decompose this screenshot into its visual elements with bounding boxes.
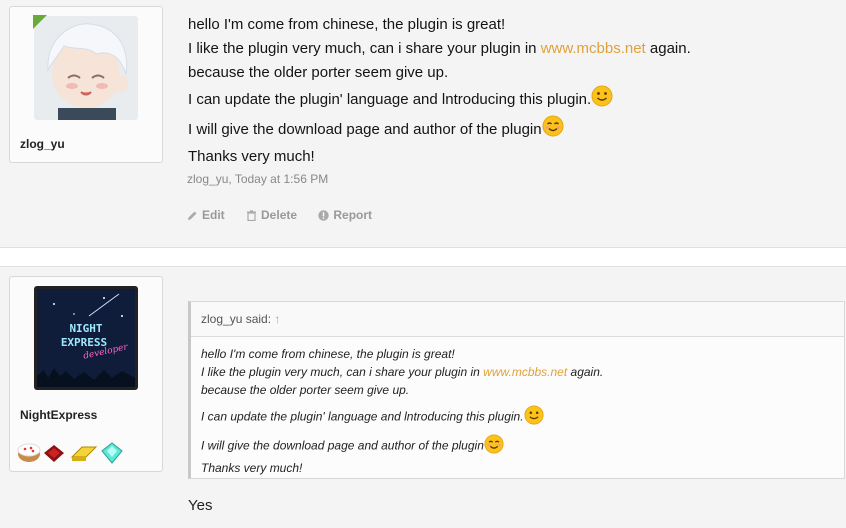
report-button[interactable]: Report — [318, 208, 372, 222]
edit-label: Edit — [202, 208, 225, 222]
avatar[interactable] — [34, 16, 138, 120]
mcbbs-link[interactable]: www.mcbbs.net — [483, 365, 567, 379]
jump-to-quote-icon[interactable]: ↑ — [274, 312, 280, 326]
edit-button[interactable]: Edit — [187, 208, 225, 222]
slight-smile-icon — [524, 405, 544, 430]
report-label: Report — [333, 208, 373, 222]
quote-text: I can update the plugin' language and ln… — [201, 409, 524, 424]
quote-line: because the older porter seem give up. — [201, 383, 410, 397]
delete-label: Delete — [261, 208, 298, 222]
message-line: because the older porter seem give up. — [188, 64, 449, 81]
message-body: hello I'm come from chinese, the plugin … — [188, 13, 691, 169]
message-line: I will give the download page and author… — [188, 115, 691, 145]
message-line: hello I'm come from chinese, the plugin … — [188, 16, 506, 33]
quote-author: zlog_yu said: — [201, 312, 272, 326]
blush-smile-icon — [484, 434, 504, 459]
post-1: zlog_yu hello I'm come from chinese, the… — [0, 0, 846, 248]
user-block: zlog_yu — [9, 6, 163, 163]
quote-text: I like the plugin very much, can i share… — [201, 365, 484, 379]
slight-smile-icon — [591, 85, 613, 115]
post-meta[interactable]: zlog_yu, Today at 1:56 PM — [187, 172, 328, 186]
quote-block: zlog_yu said: ↑ hello I'm come from chin… — [188, 301, 845, 479]
quote-line: Thanks very much! — [201, 461, 303, 475]
message-line: I like the plugin very much, can i share… — [188, 37, 691, 61]
redstone-icon — [44, 445, 64, 462]
avatar[interactable]: NIGHT EXPRESS developer — [34, 286, 138, 390]
username[interactable]: zlog_yu — [20, 137, 65, 151]
reply-message: Yes — [188, 497, 213, 514]
mcbbs-link[interactable]: www.mcbbs.net — [541, 40, 646, 57]
quote-line: I like the plugin very much, can i share… — [201, 363, 844, 381]
message-text: I can update the plugin' language and ln… — [188, 90, 592, 108]
message-line: Thanks very much! — [188, 148, 315, 165]
message-text: I will give the download page and author… — [188, 120, 542, 138]
online-indicator — [33, 15, 47, 29]
pencil-icon — [188, 211, 197, 220]
quote-line: I will give the download page and author… — [201, 434, 844, 459]
quote-header: zlog_yu said: ↑ — [191, 302, 844, 337]
username[interactable]: NightExpress — [20, 408, 97, 422]
post-actions: Edit Delete Report — [187, 208, 390, 222]
quote-text: I will give the download page and author… — [201, 438, 484, 453]
gold-ingot-icon — [70, 446, 98, 461]
avatar-logo-line1: NIGHT — [69, 322, 102, 335]
quote-body: hello I'm come from chinese, the plugin … — [191, 337, 844, 477]
delete-button[interactable]: Delete — [246, 208, 297, 222]
trophy-icons — [16, 437, 134, 467]
avatar-logo-line2: EXPRESS — [61, 336, 107, 349]
cake-icon — [17, 443, 41, 462]
quote-text: again. — [567, 365, 604, 379]
quote-line: hello I'm come from chinese, the plugin … — [201, 347, 455, 361]
blush-smile-icon — [542, 115, 564, 145]
message-text: again. — [645, 40, 691, 57]
user-block: NIGHT EXPRESS developer NightExpress — [9, 276, 163, 472]
quote-line: I can update the plugin' language and ln… — [201, 405, 844, 430]
message-line: I can update the plugin' language and ln… — [188, 85, 691, 115]
diamond-icon — [101, 442, 123, 464]
message-text: I like the plugin very much, can i share… — [188, 40, 541, 57]
alert-icon — [318, 210, 330, 221]
trash-icon — [247, 210, 257, 222]
